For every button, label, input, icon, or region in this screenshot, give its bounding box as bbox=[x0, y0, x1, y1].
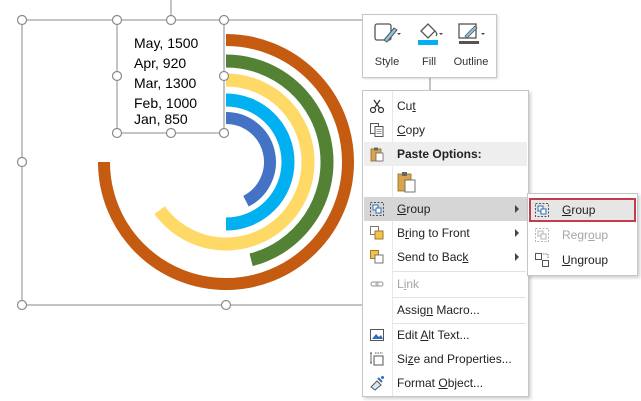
submenu-arrow-icon bbox=[515, 229, 519, 237]
menu-item-size-and-properties-label: Size and Properties... bbox=[397, 352, 512, 366]
copy-icon bbox=[370, 123, 384, 137]
ungroup-icon bbox=[535, 253, 549, 267]
resize-handle[interactable] bbox=[111, 127, 123, 139]
menu-item-edit-alt-text-label: Edit Alt Text... bbox=[397, 328, 470, 342]
submenu-item-regroup-label: Regroup bbox=[562, 228, 609, 242]
menu-item-send-to-back[interactable]: Send to Back bbox=[364, 245, 527, 269]
submenu-item-regroup[interactable]: Regroup bbox=[529, 223, 636, 247]
group-submenu: Group Regroup Ungroup bbox=[527, 193, 638, 276]
send-to-back-icon bbox=[370, 250, 384, 264]
size-properties-icon bbox=[370, 352, 384, 366]
menu-item-copy[interactable]: Copy bbox=[364, 118, 527, 142]
menu-item-bring-to-front-label: Bring to Front bbox=[397, 226, 470, 240]
shape-outline-icon bbox=[458, 23, 485, 44]
menu-item-group-label: Group bbox=[397, 202, 431, 216]
menu-item-assign-macro-label: Assign Macro... bbox=[397, 303, 480, 317]
menu-item-cut[interactable]: Cut bbox=[364, 94, 527, 118]
paste-options-header: Paste Options: bbox=[364, 142, 527, 166]
text-line-mar: Mar, 1300 bbox=[134, 75, 196, 91]
resize-handle[interactable] bbox=[16, 156, 28, 168]
text-line-feb: Feb, 1000 bbox=[134, 95, 197, 111]
link-icon bbox=[370, 281, 384, 287]
menu-item-bring-to-front[interactable]: Bring to Front bbox=[364, 221, 527, 245]
resize-handle[interactable] bbox=[220, 299, 232, 311]
style-label: Style bbox=[374, 56, 400, 68]
text-line-jan: Jan, 850 bbox=[134, 111, 188, 127]
resize-handle[interactable] bbox=[165, 127, 177, 139]
outline-label: Outline bbox=[453, 56, 489, 68]
paste-options-label: Paste Options: bbox=[397, 147, 482, 161]
submenu-item-ungroup[interactable]: Ungroup bbox=[529, 248, 636, 272]
alt-text-icon bbox=[370, 329, 384, 341]
style-button[interactable]: Style bbox=[367, 19, 407, 73]
ring-jan[interactable] bbox=[225, 112, 276, 207]
menu-item-cut-label: Cut bbox=[397, 99, 416, 113]
resize-handle[interactable] bbox=[111, 14, 123, 26]
menu-item-format-object-label: Format Object... bbox=[397, 376, 484, 390]
resize-handle[interactable] bbox=[111, 70, 123, 82]
mini-toolbar: Style Fill Outline bbox=[362, 14, 497, 78]
bring-to-front-icon bbox=[370, 226, 384, 240]
text-line-apr: Apr, 920 bbox=[134, 55, 186, 71]
group-objects-icon bbox=[535, 203, 549, 217]
group-objects-icon bbox=[370, 202, 384, 216]
menu-item-size-and-properties[interactable]: Size and Properties... bbox=[364, 347, 527, 371]
paste-keep-formatting-button[interactable] bbox=[395, 170, 419, 194]
submenu-arrow-icon bbox=[515, 205, 519, 213]
resize-handle[interactable] bbox=[16, 14, 28, 26]
resize-handle[interactable] bbox=[16, 299, 28, 311]
menu-item-format-object[interactable]: Format Object... bbox=[364, 371, 527, 395]
menu-item-copy-label: Copy bbox=[397, 123, 426, 137]
menu-item-link[interactable]: Link bbox=[364, 272, 527, 296]
menu-item-edit-alt-text[interactable]: Edit Alt Text... bbox=[364, 323, 527, 347]
submenu-item-group[interactable]: Group bbox=[529, 198, 636, 222]
paint-bucket-icon bbox=[418, 23, 443, 45]
resize-handle[interactable] bbox=[165, 14, 177, 26]
context-menu: Cut Copy Paste Options: Group Bring to F… bbox=[362, 90, 529, 397]
submenu-item-ungroup-label: Ungroup bbox=[562, 253, 609, 267]
shape-style-icon bbox=[374, 23, 401, 43]
outline-button[interactable]: Outline bbox=[451, 19, 491, 73]
fill-label: Fill bbox=[421, 56, 437, 68]
menu-item-assign-macro[interactable]: Assign Macro... bbox=[364, 298, 527, 322]
submenu-item-group-label: Group bbox=[562, 203, 596, 217]
submenu-arrow-icon bbox=[515, 253, 519, 261]
fill-button[interactable]: Fill bbox=[409, 19, 449, 73]
text-line-may: May, 1500 bbox=[134, 35, 199, 51]
resize-handle[interactable] bbox=[218, 70, 230, 82]
clipboard-icon bbox=[370, 147, 384, 162]
resize-handle[interactable] bbox=[218, 127, 230, 139]
scissors-icon bbox=[369, 99, 385, 114]
resize-handle[interactable] bbox=[218, 14, 230, 26]
menu-item-link-label: Link bbox=[397, 277, 420, 291]
menu-item-group[interactable]: Group bbox=[364, 197, 527, 221]
format-object-icon bbox=[370, 376, 384, 391]
regroup-icon bbox=[535, 228, 549, 242]
paste-icon bbox=[397, 172, 416, 193]
menu-item-send-to-back-label: Send to Back bbox=[397, 250, 469, 264]
